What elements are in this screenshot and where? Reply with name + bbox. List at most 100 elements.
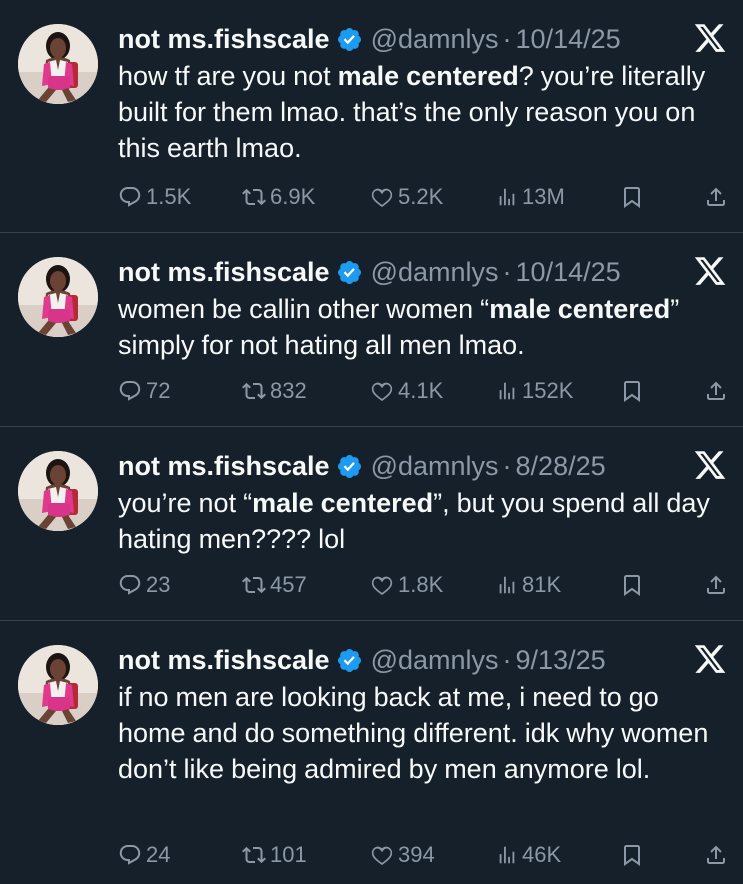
author-name[interactable]: not ms.fishscale (118, 20, 330, 58)
x-logo-icon (694, 24, 726, 52)
like-icon (371, 382, 393, 401)
text-segment: if no men are looking back at me, i need… (118, 682, 709, 784)
tweet-date[interactable]: 10/14/25 (516, 253, 621, 291)
avatar[interactable] (18, 645, 98, 725)
author-name[interactable]: not ms.fishscale (118, 641, 330, 679)
views-icon (499, 846, 515, 864)
bookmark-icon (624, 575, 640, 596)
reply-button[interactable]: 72 (118, 378, 170, 404)
repost-button[interactable]: 101 (242, 842, 307, 868)
reply-icon (119, 575, 141, 595)
x-logo-icon (694, 257, 726, 285)
views-icon (499, 382, 515, 400)
tweet-text: you’re not “male centered”, but you spen… (118, 485, 733, 557)
action-bar: 1.5K 6.9K 5.2K 13M (118, 179, 729, 215)
bookmark-button[interactable] (620, 185, 648, 209)
like-icon (371, 846, 393, 865)
verified-badge-icon (337, 454, 361, 478)
repost-button[interactable]: 457 (242, 572, 307, 598)
bookmark-button[interactable] (620, 843, 648, 867)
avatar[interactable] (18, 451, 98, 531)
repost-icon (242, 382, 266, 400)
avatar[interactable] (18, 257, 98, 337)
like-count: 1.8K (398, 572, 444, 597)
views-count: 81K (522, 572, 562, 597)
like-button[interactable]: 5.2K (370, 184, 443, 210)
repost-count: 832 (270, 378, 307, 403)
author-handle[interactable]: @damnlys (371, 20, 499, 58)
repost-count: 6.9K (270, 184, 316, 209)
tweet-date[interactable]: 10/14/25 (516, 20, 621, 58)
views-button[interactable]: 13M (496, 184, 565, 210)
reply-count: 72 (146, 378, 171, 403)
bold-text-segment: male centered (489, 294, 671, 324)
text-segment: how tf are you not (118, 61, 338, 91)
views-count: 152K (522, 378, 574, 403)
tweet-card[interactable]: not ms.fishscale @damnlys · 8/28/25 you’… (0, 427, 743, 621)
author-handle[interactable]: @damnlys (371, 447, 499, 485)
bookmark-icon (624, 381, 640, 402)
reply-count: 1.5K (146, 184, 192, 209)
views-icon (499, 576, 515, 594)
share-button[interactable] (704, 573, 732, 597)
like-button[interactable]: 4.1K (370, 378, 443, 404)
tweet-card[interactable]: not ms.fishscale @damnlys · 10/14/25 how… (0, 0, 743, 233)
reply-icon (119, 381, 141, 401)
avatar-photo (18, 257, 98, 337)
share-button[interactable] (704, 379, 732, 403)
verified-badge-icon (337, 27, 361, 51)
like-count: 4.1K (398, 378, 444, 403)
x-logo-icon (694, 451, 726, 479)
bookmark-icon (624, 845, 640, 866)
reply-button[interactable]: 23 (118, 572, 170, 598)
reply-icon (119, 845, 141, 865)
avatar-photo (18, 451, 98, 531)
repost-count: 101 (270, 842, 307, 867)
views-button[interactable]: 46K (496, 842, 561, 868)
tweet-text: if no men are looking back at me, i need… (118, 679, 733, 787)
repost-button[interactable]: 6.9K (242, 184, 315, 210)
tweet-card[interactable]: not ms.fishscale @damnlys · 9/13/25 if n… (0, 621, 743, 884)
like-count: 5.2K (398, 184, 444, 209)
avatar-photo (18, 24, 98, 104)
repost-button[interactable]: 832 (242, 378, 307, 404)
action-bar: 72 832 4.1K 152K (118, 373, 729, 409)
author-name[interactable]: not ms.fishscale (118, 447, 330, 485)
views-button[interactable]: 152K (496, 378, 573, 404)
text-segment: you’re not “ (118, 488, 253, 518)
reply-button[interactable]: 1.5K (118, 184, 191, 210)
author-handle[interactable]: @damnlys (371, 253, 499, 291)
tweet-header: not ms.fishscale @damnlys · 10/14/25 (118, 253, 683, 291)
bookmark-button[interactable] (620, 379, 648, 403)
share-button[interactable] (704, 185, 732, 209)
like-button[interactable]: 1.8K (370, 572, 443, 598)
tweet-text: women be callin other women “male center… (118, 291, 733, 363)
reply-button[interactable]: 24 (118, 842, 170, 868)
views-button[interactable]: 81K (496, 572, 561, 598)
text-segment: women be callin other women “ (118, 294, 490, 324)
share-icon (707, 575, 725, 594)
views-count: 46K (522, 842, 562, 867)
bookmark-button[interactable] (620, 573, 648, 597)
tweet-card[interactable]: not ms.fishscale @damnlys · 10/14/25 wom… (0, 233, 743, 427)
repost-icon (242, 846, 266, 864)
share-icon (707, 381, 725, 400)
author-name[interactable]: not ms.fishscale (118, 253, 330, 291)
like-icon (371, 576, 393, 595)
tweet-date[interactable]: 8/28/25 (516, 447, 606, 485)
avatar[interactable] (18, 24, 98, 104)
like-button[interactable]: 394 (370, 842, 435, 868)
separator-dot: · (502, 24, 512, 54)
avatar-photo (18, 645, 98, 725)
share-button[interactable] (704, 843, 732, 867)
share-icon (707, 845, 725, 864)
views-icon (499, 188, 515, 206)
repost-count: 457 (270, 572, 307, 597)
share-icon (707, 187, 725, 206)
author-handle[interactable]: @damnlys (371, 641, 499, 679)
separator-dot: · (502, 257, 512, 287)
like-icon (371, 188, 393, 207)
repost-icon (242, 188, 266, 206)
tweet-date[interactable]: 9/13/25 (516, 641, 606, 679)
separator-dot: · (502, 645, 512, 675)
